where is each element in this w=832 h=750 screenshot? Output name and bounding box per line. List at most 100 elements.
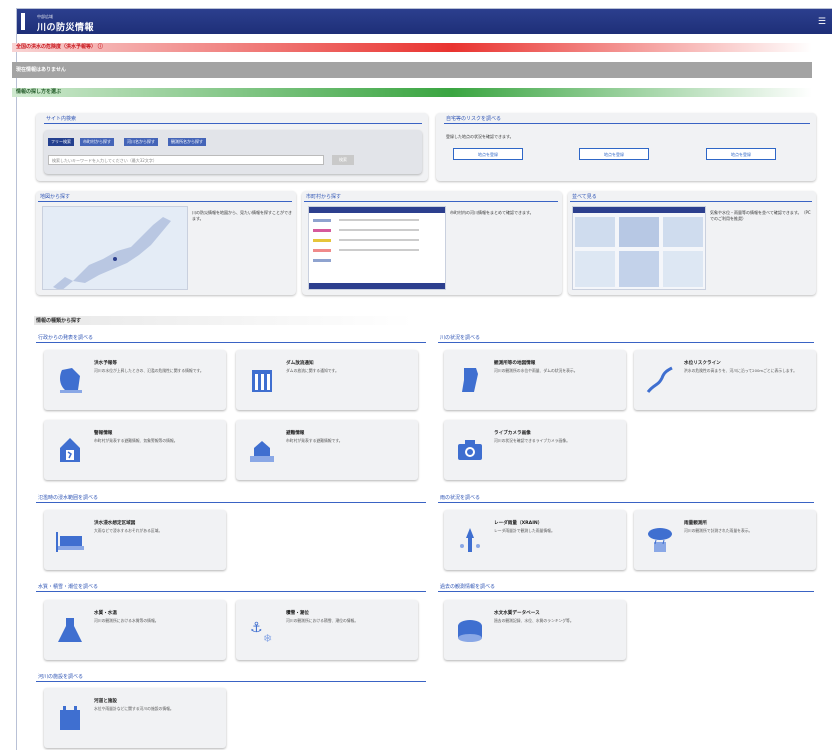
section-river-title: 川の状況を調べる bbox=[438, 333, 814, 343]
card-live-camera[interactable]: ライブカメラ画像 河川の状況を確認できるライブカメラ画像。 bbox=[444, 420, 626, 480]
register-point-button-1[interactable]: 地点を登録 bbox=[453, 148, 523, 160]
logo-mark bbox=[21, 13, 25, 30]
menu-icon[interactable]: ☰ bbox=[818, 17, 826, 27]
tab-river-search[interactable]: 河川名から探す bbox=[124, 138, 158, 146]
japan-map-image bbox=[43, 207, 187, 289]
map-thumbnail[interactable] bbox=[42, 206, 188, 290]
card-desc: 河川の水位が上昇したときの、氾濫の危険性に関する情報です。 bbox=[94, 368, 204, 373]
card-title: 水文水質データベース bbox=[494, 611, 540, 616]
card-observation-map[interactable]: 観測所等の地図情報 河川の観測所の水位や雨量、ダムの状況を表示。 bbox=[444, 350, 626, 410]
find-all-desc: 気象や水位・雨量等の情報を並べて確認できます。（PCでのご利用を推奨） bbox=[710, 210, 811, 221]
card-rain-gauge[interactable]: 雨量観測所 河川の観測所で計測された雨量を表示。 bbox=[634, 510, 816, 570]
search-input[interactable]: 検索したいキーワードを入力してください（最大32文字） bbox=[48, 155, 324, 165]
card-title: 河道と施設 bbox=[94, 699, 117, 704]
tab-free-search[interactable]: フリー検索 bbox=[48, 138, 74, 146]
inundation-icon bbox=[56, 532, 84, 552]
card-desc: 市町村が発表する避難情報、気象警報等の情報。 bbox=[94, 438, 178, 443]
card-title: 積雪・潮位 bbox=[286, 611, 309, 616]
flask-icon bbox=[58, 618, 82, 642]
flood-forecast-icon bbox=[60, 368, 82, 393]
status-text: 現在情報はありません bbox=[16, 67, 66, 73]
card-desc: 河川の観測所における水質等の情報。 bbox=[94, 618, 159, 623]
site-search-title: サイト内検索 bbox=[44, 114, 422, 124]
how-to-title: 情報の探し方を選ぶ bbox=[16, 89, 62, 95]
card-title: レーダ雨量（XRAIN） bbox=[494, 521, 543, 526]
card-database[interactable]: 水文水質データベース 過去の観測記録、水位、水質のランキング等。 bbox=[444, 600, 626, 660]
evacuation-icon bbox=[60, 438, 80, 462]
danger-band[interactable]: 全国の洪水の危険度（洪水予報等） ⓘ bbox=[12, 43, 812, 52]
find-city-desc: 市町村内の河川情報をまとめて確認できます。 bbox=[450, 210, 534, 215]
section-quality-title: 水質・積雪・潮位を調べる bbox=[36, 582, 426, 592]
card-desc: 河川の観測所で計測された雨量を表示。 bbox=[684, 528, 753, 533]
card-title: 雨量観測所 bbox=[684, 521, 707, 526]
tab-station-search[interactable]: 観測所名から探す bbox=[168, 138, 206, 146]
site-header: 中部広域 川の防災情報 ☰ bbox=[17, 9, 832, 34]
section-rain-title: 雨の状況を調べる bbox=[438, 493, 814, 503]
house-flood-icon bbox=[250, 441, 274, 462]
river-facility-icon bbox=[60, 706, 80, 730]
city-thumbnail[interactable] bbox=[308, 206, 446, 290]
site-title[interactable]: 川の防災情報 bbox=[37, 20, 94, 33]
card-title: 水質・水温 bbox=[94, 611, 117, 616]
card-flood-forecast[interactable]: 洪水予報等 河川の水位が上昇したときの、氾濫の危険性に関する情報です。 bbox=[44, 350, 226, 410]
card-title: 洪水浸水想定区域図 bbox=[94, 521, 136, 526]
card-evacuation[interactable]: 避難情報 市町村が発表する避難情報です。 bbox=[236, 420, 418, 480]
how-to-band: 情報の探し方を選ぶ bbox=[12, 88, 812, 97]
side-by-side-thumbnail[interactable] bbox=[572, 206, 706, 290]
site-search-box bbox=[44, 130, 422, 174]
find-map-title: 地図から探す bbox=[38, 192, 292, 202]
card-dam-release[interactable]: ダム放流通知 ダムの放流に関する通知です。 bbox=[236, 350, 418, 410]
card-desc: 河川の観測所における積雪、潮位の情報。 bbox=[286, 618, 359, 623]
card-title: 避難情報 bbox=[286, 431, 305, 436]
by-type-title: 情報の種類から探す bbox=[34, 316, 414, 325]
risk-desc: 登録した地点の状況を確認できます。 bbox=[446, 134, 514, 139]
section-gov-title: 行政からの発表を調べる bbox=[36, 333, 426, 343]
card-water-quality[interactable]: 水質・水温 河川の観測所における水質等の情報。 bbox=[44, 600, 226, 660]
city-list-image bbox=[309, 207, 445, 289]
find-city-title: 市町村から探す bbox=[304, 192, 558, 202]
card-desc: 市町村が発表する避難情報です。 bbox=[286, 438, 343, 443]
info-icon[interactable]: ⓘ bbox=[98, 44, 103, 50]
card-desc: ダムの放流に関する通知です。 bbox=[286, 368, 339, 373]
search-button[interactable]: 検索 bbox=[332, 155, 354, 165]
status-band: 現在情報はありません bbox=[12, 62, 812, 78]
danger-title: 全国の洪水の危険度（洪水予報等） bbox=[16, 44, 97, 50]
risk-title: 自宅等のリスクを調べる bbox=[444, 114, 810, 124]
snow-tide-icon: ⚓❄ bbox=[250, 620, 272, 645]
card-title: ライブカメラ画像 bbox=[494, 431, 531, 436]
section-facility-title: 河川の施設を調べる bbox=[36, 672, 426, 682]
register-point-button-2[interactable]: 地点を登録 bbox=[579, 148, 649, 160]
card-title: ダム放流通知 bbox=[286, 361, 314, 366]
database-icon bbox=[458, 620, 482, 642]
section-history-title: 過去の観測情報を調べる bbox=[438, 582, 814, 592]
card-title: 警報情報 bbox=[94, 431, 113, 436]
card-title: 洪水予報等 bbox=[94, 361, 117, 366]
card-title: 水位リスクライン bbox=[684, 361, 721, 366]
card-radar[interactable]: レーダ雨量（XRAIN） レーダ雨量計で観測した雨量情報。 bbox=[444, 510, 626, 570]
rain-gauge-icon bbox=[648, 528, 672, 552]
section-flood-area-title: 氾濫時の浸水範囲を調べる bbox=[36, 493, 426, 503]
svg-text:❄: ❄ bbox=[263, 632, 272, 645]
card-desc: レーダ雨量計で観測した雨量情報。 bbox=[494, 528, 555, 533]
card-desc: 河川の観測所の水位や雨量、ダムの状況を表示。 bbox=[494, 368, 578, 373]
svg-text:⚓: ⚓ bbox=[250, 620, 263, 636]
find-all-title: 並べて見る bbox=[570, 192, 812, 202]
camera-icon bbox=[458, 440, 482, 460]
register-point-button-3[interactable]: 地点を登録 bbox=[706, 148, 776, 160]
dashboard-image bbox=[573, 207, 705, 287]
card-desc: 過去の観測記録、水位、水質のランキング等。 bbox=[494, 618, 574, 623]
card-desc: 大雨などで浸水するおそれがある区域。 bbox=[94, 528, 163, 533]
radar-icon bbox=[460, 528, 480, 552]
card-warning[interactable]: 警報情報 市町村が発表する避難情報、気象警報等の情報。 bbox=[44, 420, 226, 480]
find-map-desc: 川の防災情報を地図から、見たい情報を探すことができます。 bbox=[192, 210, 292, 221]
map-hand-icon bbox=[462, 368, 478, 392]
risk-line-icon bbox=[646, 366, 673, 393]
card-river-facility[interactable]: 河道と施設 水位や雨量計などに関する河川の施設の情報。 bbox=[44, 688, 226, 748]
card-desc: 水位や雨量計などに関する河川の施設の情報。 bbox=[94, 706, 174, 711]
card-snow-tide[interactable]: ⚓ ❄ 積雪・潮位 河川の観測所における積雪、潮位の情報。 bbox=[236, 600, 418, 660]
card-inundation[interactable]: 洪水浸水想定区域図 大雨などで浸水するおそれがある区域。 bbox=[44, 510, 226, 570]
card-risk-line[interactable]: 水位リスクライン 洪水の危険性の高まりを、河川に沿って200mごとに表示します。 bbox=[634, 350, 816, 410]
card-desc: 河川の状況を確認できるライブカメラ画像。 bbox=[494, 438, 570, 443]
tab-city-search[interactable]: 市町村から探す bbox=[80, 138, 114, 146]
dam-release-icon bbox=[252, 370, 272, 392]
